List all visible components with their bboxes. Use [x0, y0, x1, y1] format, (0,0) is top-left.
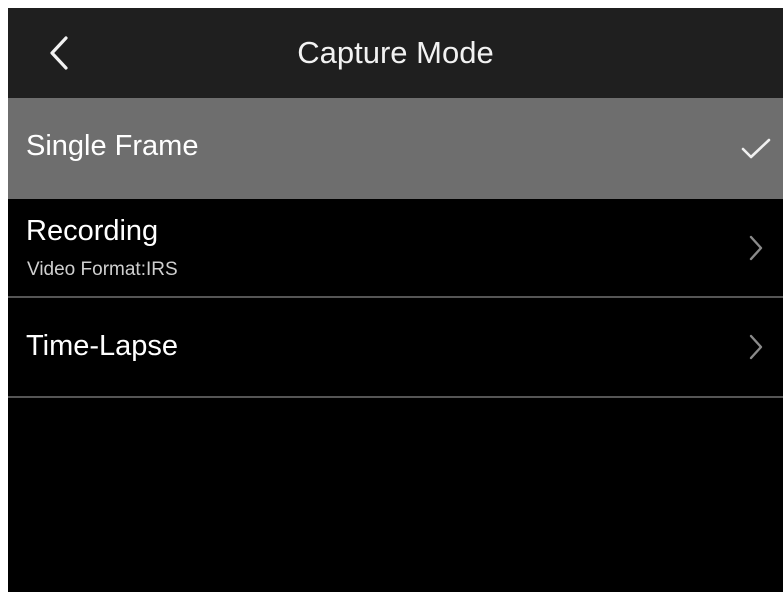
back-button[interactable]	[36, 30, 82, 76]
checkmark-icon	[739, 132, 773, 166]
mode-item-recording[interactable]: Recording Video Format:IRS	[8, 199, 783, 298]
header-bar: Capture Mode	[8, 8, 783, 98]
capture-mode-screen: Capture Mode Single Frame Recording Vide…	[8, 8, 783, 592]
mode-item-sublabel: Video Format:IRS	[27, 259, 178, 280]
page-title: Capture Mode	[297, 35, 494, 70]
mode-item-label: Single Frame	[26, 130, 199, 162]
chevron-right-icon	[739, 330, 773, 364]
mode-item-label: Recording	[26, 215, 159, 247]
mode-item-time-lapse[interactable]: Time-Lapse	[8, 298, 783, 398]
chevron-left-icon	[50, 36, 68, 70]
chevron-right-icon	[739, 231, 773, 265]
mode-item-single-frame[interactable]: Single Frame	[8, 98, 783, 199]
capture-mode-list: Single Frame Recording Video Format:IRS …	[8, 98, 783, 398]
mode-item-label: Time-Lapse	[26, 330, 179, 362]
